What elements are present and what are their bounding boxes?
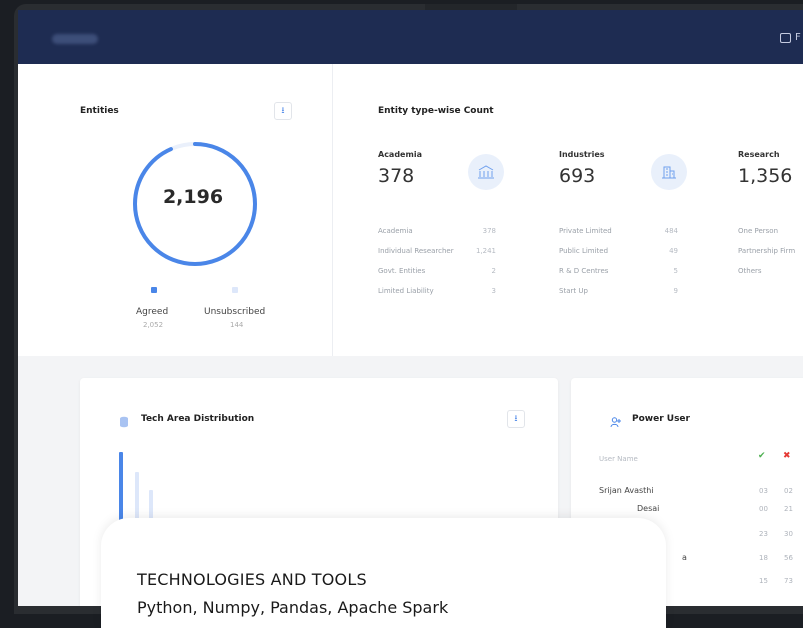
database-icon (119, 413, 129, 432)
download-icon: ⭳ (281, 106, 285, 116)
research-row-label: One Person (738, 227, 779, 235)
industries-row-label: Start Up (559, 287, 588, 295)
category-industries-name: Industries (559, 150, 605, 159)
chat-icon (780, 32, 791, 43)
users-icon (610, 413, 622, 432)
research-row-label: Partnership Firm (738, 247, 796, 255)
power-user-name[interactable]: Srijan Avasthi (599, 486, 654, 495)
download-icon: ⭳ (514, 414, 518, 424)
power-user-rejected: 56 (784, 554, 793, 562)
academia-row-label: Limited Liability (378, 287, 434, 295)
check-icon: ✔ (758, 451, 766, 461)
power-user-rejected: 21 (784, 505, 793, 513)
industries-row-label: Public Limited (559, 247, 609, 255)
academia-row-label: Academia (378, 227, 413, 235)
tech-area-title: Tech Area Distribution (141, 414, 255, 424)
industries-row-value: 484 (664, 227, 678, 235)
legend-agreed-label: Agreed (136, 307, 169, 317)
legend-unsubscribed-label: Unsubscribed (204, 307, 266, 317)
university-icon (468, 154, 504, 190)
academia-row-label: Govt. Entities (378, 267, 426, 275)
power-user-approved: 18 (759, 554, 768, 562)
category-research-name: Research (738, 150, 780, 159)
industries-row-label: R & D Centres (559, 267, 609, 275)
power-user-approved: 03 (759, 487, 768, 495)
top-navigation-bar: F (18, 10, 803, 64)
power-user-name[interactable]: a (682, 553, 687, 562)
power-user-rejected: 30 (784, 530, 793, 538)
power-user-approved: 00 (759, 505, 768, 513)
research-row-label: Others (738, 267, 762, 275)
legend-unsubscribed-value: 144 (230, 321, 244, 329)
category-academia-count: 378 (378, 165, 415, 187)
power-user-name[interactable]: Desai (637, 504, 659, 513)
power-user-rejected: 02 (784, 487, 793, 495)
app-logo[interactable] (52, 34, 98, 44)
academia-row-value: 2 (491, 267, 496, 275)
entities-title: Entities (80, 106, 119, 116)
power-user-approved: 15 (759, 577, 768, 585)
academia-row-value: 378 (482, 227, 496, 235)
industries-row-value: 9 (673, 287, 678, 295)
power-user-approved: 23 (759, 530, 768, 538)
feedback-label: F (795, 32, 801, 43)
entity-type-title: Entity type-wise Count (378, 106, 494, 116)
industries-row-value: 5 (673, 267, 678, 275)
caption-text: Python, Numpy, Pandas, Apache Spark (137, 598, 449, 617)
feedback-button[interactable]: F (780, 32, 801, 43)
industries-row-label: Private Limited (559, 227, 612, 235)
cross-icon: ✖ (783, 451, 791, 461)
category-academia-name: Academia (378, 150, 422, 159)
building-icon (651, 154, 687, 190)
user-name-column-header: User Name (599, 455, 638, 463)
legend-agreed-swatch (151, 287, 157, 293)
card-divider (332, 64, 333, 356)
power-user-title: Power User (632, 414, 690, 424)
entities-total: 2,196 (162, 186, 224, 208)
dashboard-screen: F Entities ⭳ 2,196 Agreed Unsubscribed 2… (18, 10, 803, 606)
caption-title: TECHNOLOGIES AND TOOLS (137, 570, 367, 589)
academia-row-value: 3 (491, 287, 496, 295)
academia-row-label: Individual Researcher (378, 247, 454, 255)
legend-unsubscribed-swatch (232, 287, 238, 293)
category-research-count: 1,356 (738, 165, 793, 187)
power-user-rejected: 73 (784, 577, 793, 585)
category-industries-count: 693 (559, 165, 596, 187)
academia-row-value: 1,241 (475, 247, 496, 255)
entities-download-button[interactable]: ⭳ (274, 102, 292, 120)
industries-row-value: 49 (669, 247, 678, 255)
tech-area-download-button[interactable]: ⭳ (507, 410, 525, 428)
legend-agreed-value: 2,052 (143, 321, 164, 329)
